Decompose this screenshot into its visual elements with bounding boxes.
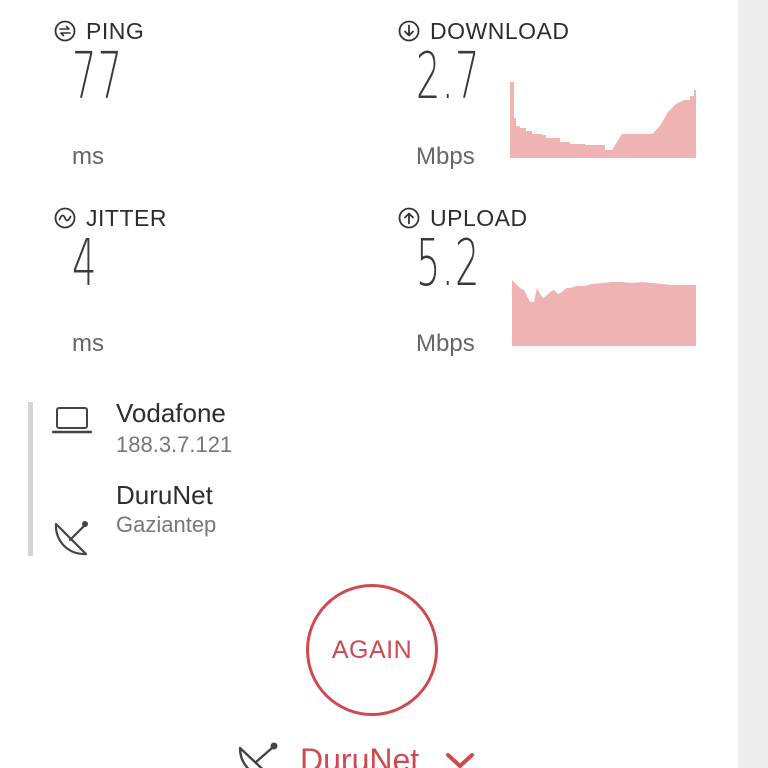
server-name: DuruNet xyxy=(116,480,213,510)
upload-arrow-icon xyxy=(398,207,420,229)
chevron-down-icon xyxy=(445,752,475,768)
ping-icon xyxy=(54,20,76,42)
jitter-header: JITTER xyxy=(54,204,167,232)
server-selector[interactable]: DuruNet xyxy=(234,738,475,768)
jitter-unit: ms xyxy=(72,330,104,357)
jitter-value: 4 xyxy=(72,227,98,301)
jitter-metric: JITTER 4 ms xyxy=(54,204,354,369)
ip-address: 188.3.7.121 xyxy=(116,432,233,457)
info-divider xyxy=(28,402,33,556)
results-panel: PING 77 ms DOWNLOAD 2.7 Mbps JITTER 4 ms xyxy=(0,0,738,768)
satellite-dish-icon xyxy=(234,738,286,768)
ping-metric: PING 77 ms xyxy=(54,17,354,182)
download-unit: Mbps xyxy=(416,143,475,170)
upload-speed-graph xyxy=(510,266,696,346)
jitter-label: JITTER xyxy=(86,204,167,231)
again-button[interactable]: AGAIN xyxy=(306,584,438,716)
again-button-label: AGAIN xyxy=(331,635,413,664)
ping-unit: ms xyxy=(72,143,104,170)
upload-unit: Mbps xyxy=(416,330,475,357)
download-value: 2.7 xyxy=(416,40,481,114)
laptop-icon xyxy=(51,405,93,440)
server-selector-name: DuruNet xyxy=(300,742,420,768)
ping-value: 77 xyxy=(72,40,124,114)
download-arrow-icon xyxy=(398,20,420,42)
server-location: Gaziantep xyxy=(116,512,217,537)
download-speed-graph xyxy=(510,78,696,158)
jitter-icon xyxy=(54,207,76,229)
upload-value: 5.2 xyxy=(416,227,481,301)
satellite-dish-icon xyxy=(50,512,98,565)
provider-name: Vodafone xyxy=(116,398,226,428)
